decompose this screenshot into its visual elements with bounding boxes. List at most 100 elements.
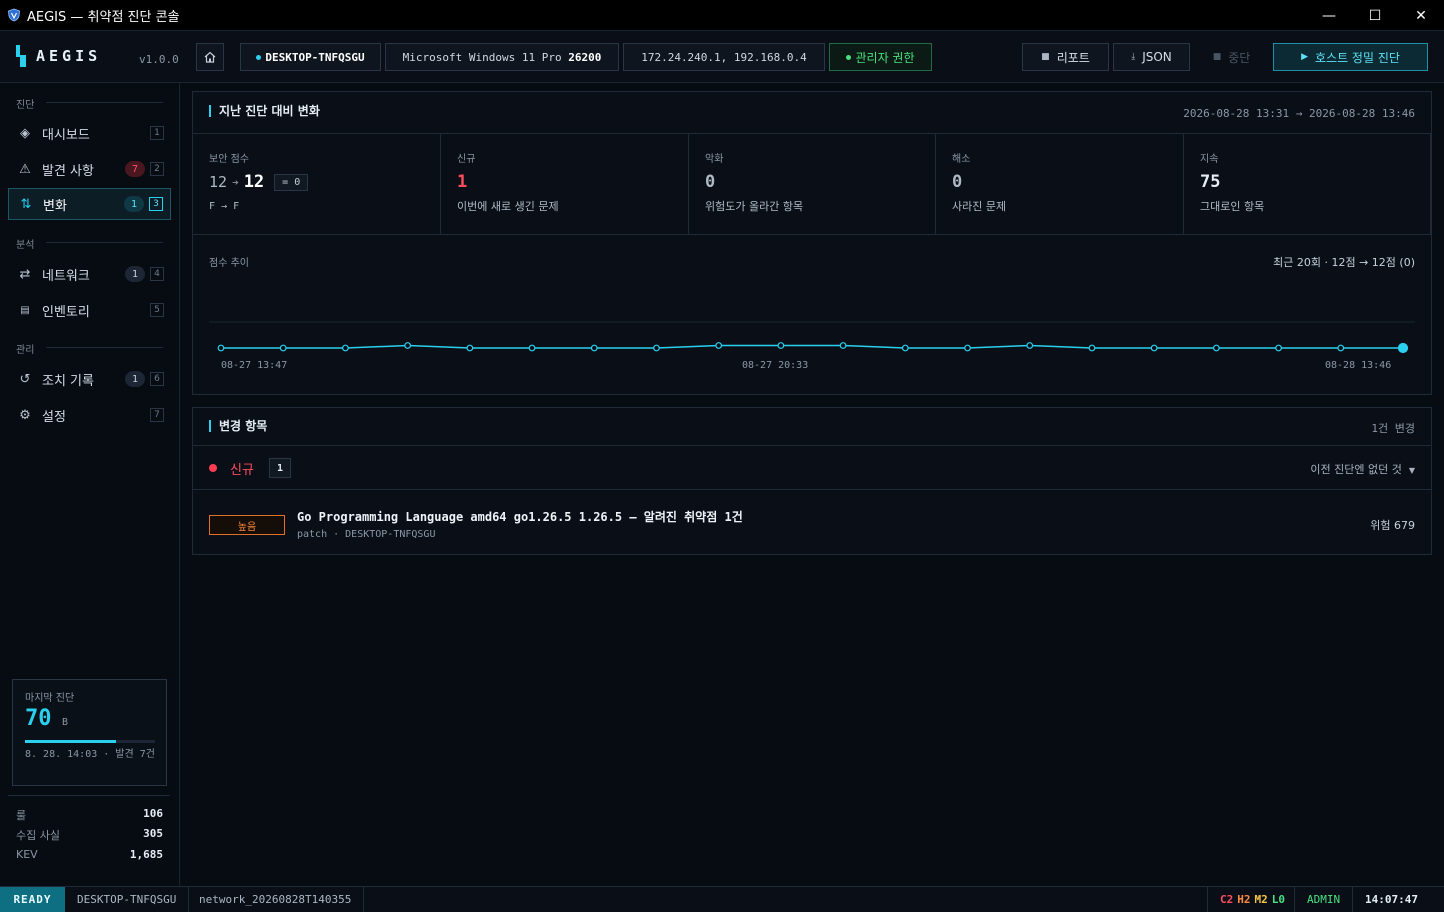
network-count-badge: 1: [125, 266, 145, 282]
close-button[interactable]: ✕: [1398, 0, 1444, 31]
kpi-label: 지속: [1200, 154, 1219, 165]
sidebar-item-inventory[interactable]: ▤ 인벤토리 5: [8, 294, 171, 326]
stop-button[interactable]: ■ 중단: [1195, 43, 1268, 71]
trend-point[interactable]: [964, 344, 971, 352]
online-status-icon: [256, 54, 262, 60]
change-item[interactable]: 높음 Go Programming Language amd64 go1.26.…: [193, 494, 1431, 555]
x-tick-label: 08-28 13:46: [1325, 360, 1392, 371]
privilege-label: 관리자 권한: [855, 50, 915, 65]
sidebar-item-dashboard[interactable]: ◈ 대시보드 1: [8, 117, 171, 149]
trend-point[interactable]: [528, 344, 536, 352]
sidebar-item-settings[interactable]: ⚙ 설정 7: [8, 399, 171, 431]
host-scan-button[interactable]: ▶ 호스트 정밀 진단: [1273, 43, 1428, 71]
json-button[interactable]: ⤓ JSON: [1113, 43, 1190, 71]
risk-score: 위험 679: [1370, 519, 1415, 532]
group-toggle[interactable]: 이전 진단엔 없던 것 ▼: [1310, 461, 1415, 477]
gear-icon: ⚙: [19, 407, 31, 423]
trend-point[interactable]: [1275, 344, 1282, 352]
stop-icon: ■: [1212, 52, 1222, 62]
trend-point[interactable]: [217, 344, 225, 352]
stat-label: KEV: [16, 848, 38, 861]
sidebar-item-label: 변화: [43, 198, 67, 214]
remediation-count-badge: 1: [125, 371, 145, 387]
trend-point[interactable]: [715, 342, 723, 349]
sev-low: L0: [1271, 893, 1285, 906]
report-button[interactable]: ■ 리포트: [1022, 43, 1109, 71]
kpi-new[interactable]: 신규 1 이번에 새로 생긴 문제: [441, 134, 689, 234]
inventory-icon: ▤: [20, 304, 30, 316]
os-chip: Microsoft Windows 11 Pro 26200: [385, 43, 619, 71]
home-button[interactable]: [196, 43, 224, 71]
report-icon: ■: [1041, 52, 1050, 62]
app-header: AEGIS v1.0.0 DESKTOP-TNFQSGU Microsoft W…: [0, 31, 1444, 83]
minimize-button[interactable]: —: [1306, 0, 1352, 31]
shortcut-key: 4: [150, 267, 164, 281]
stat-value: 305: [143, 827, 163, 840]
scan-range: 2026-08-28 13:31 → 2026-08-28 13:46: [1183, 107, 1415, 120]
score-from: 12: [209, 173, 228, 191]
sidebar-item-changes[interactable]: ⇅ 변화 1 3: [8, 188, 171, 220]
warning-icon: ⚠: [19, 161, 31, 177]
score-to: 12: [243, 172, 265, 192]
window-titlebar: AEGIS — 취약점 진단 콘솔 — ☐ ✕: [0, 0, 1444, 31]
trend-point[interactable]: [1397, 342, 1409, 354]
json-button-label: JSON: [1142, 50, 1172, 64]
status-bar: READY DESKTOP-TNFQSGU network_20260828T1…: [0, 886, 1444, 912]
group-header-new[interactable]: 신규 1 이전 진단엔 없던 것 ▼: [193, 446, 1431, 490]
kpi-sub: 이번에 새로 생긴 문제: [457, 200, 559, 213]
severity-summary: C2 H2 M2 L0: [1207, 887, 1301, 912]
kpi-label: 신규: [457, 154, 476, 165]
version-label: v1.0.0: [139, 53, 179, 66]
trend-point[interactable]: [1026, 342, 1034, 349]
stat-rules: 룰 106: [16, 807, 163, 823]
last-scan-card[interactable]: 마지막 진단 70 B 8. 28. 14:03 · 발견 7건: [12, 679, 167, 786]
status-clock: 14:07:47: [1352, 887, 1430, 912]
new-status-icon: [209, 464, 217, 472]
shortcut-key: 3: [149, 197, 163, 211]
last-scan-progress-fill: [25, 740, 116, 743]
panel-title: 변경 항목: [209, 420, 267, 432]
sidebar-item-label: 발견 사항: [42, 163, 94, 179]
kpi-value: 0: [705, 172, 716, 192]
maximize-button[interactable]: ☐: [1352, 0, 1398, 31]
score-delta-badge: = 0: [274, 173, 309, 191]
last-scan-label: 마지막 진단: [25, 693, 75, 704]
trend-point[interactable]: [1150, 344, 1158, 352]
last-scan-progress: [25, 740, 155, 743]
kpi-worsened[interactable]: 악화 0 위험도가 올라간 항목: [689, 134, 936, 234]
trend-point[interactable]: [1212, 344, 1220, 352]
dashboard-icon: ◈: [20, 125, 30, 141]
sidebar-item-network[interactable]: ⇄ 네트워크 1 4: [8, 258, 171, 290]
kpi-persistent[interactable]: 지속 75 그대로인 항목: [1184, 134, 1431, 234]
sidebar-item-findings[interactable]: ⚠ 발견 사항 7 2: [8, 153, 171, 185]
kpi-value: 75: [1200, 172, 1221, 192]
group-toggle-label: 이전 진단엔 없던 것: [1310, 463, 1402, 476]
shortcut-key: 1: [150, 126, 164, 140]
trend-point[interactable]: [466, 344, 474, 352]
trend-point[interactable]: [342, 344, 349, 352]
sev-critical: C2: [1220, 893, 1234, 906]
trend-point[interactable]: [1088, 344, 1096, 352]
section-label-analysis: 분석: [16, 240, 35, 251]
trend-point[interactable]: [590, 344, 598, 352]
kpi-resolved[interactable]: 해소 0 사라진 문제: [936, 134, 1184, 234]
section-divider: [46, 102, 163, 103]
window-title: AEGIS — 취약점 진단 콘솔: [27, 9, 180, 25]
sidebar-item-remediation[interactable]: ↺ 조치 기록 1 6: [8, 363, 171, 395]
change-title: Go Programming Language amd64 go1.26.5 1…: [297, 510, 743, 524]
host-chip: DESKTOP-TNFQSGU: [240, 43, 381, 71]
stat-facts: 수집 사실 305: [16, 827, 163, 843]
change-count: 1건 변경: [1371, 422, 1415, 435]
score-trend-chart: [209, 321, 1415, 354]
trend-point[interactable]: [279, 344, 287, 352]
arrow-right-icon: ➔: [232, 175, 239, 189]
findings-count-badge: 7: [125, 161, 145, 177]
trend-point[interactable]: [839, 342, 847, 349]
trend-point[interactable]: [777, 342, 785, 349]
swap-vertical-icon: ⇅: [20, 196, 32, 212]
trend-point[interactable]: [901, 344, 909, 352]
trend-point[interactable]: [404, 342, 412, 349]
stop-button-label: 중단: [1228, 50, 1251, 65]
trend-point[interactable]: [653, 344, 660, 352]
trend-point[interactable]: [1337, 344, 1345, 352]
